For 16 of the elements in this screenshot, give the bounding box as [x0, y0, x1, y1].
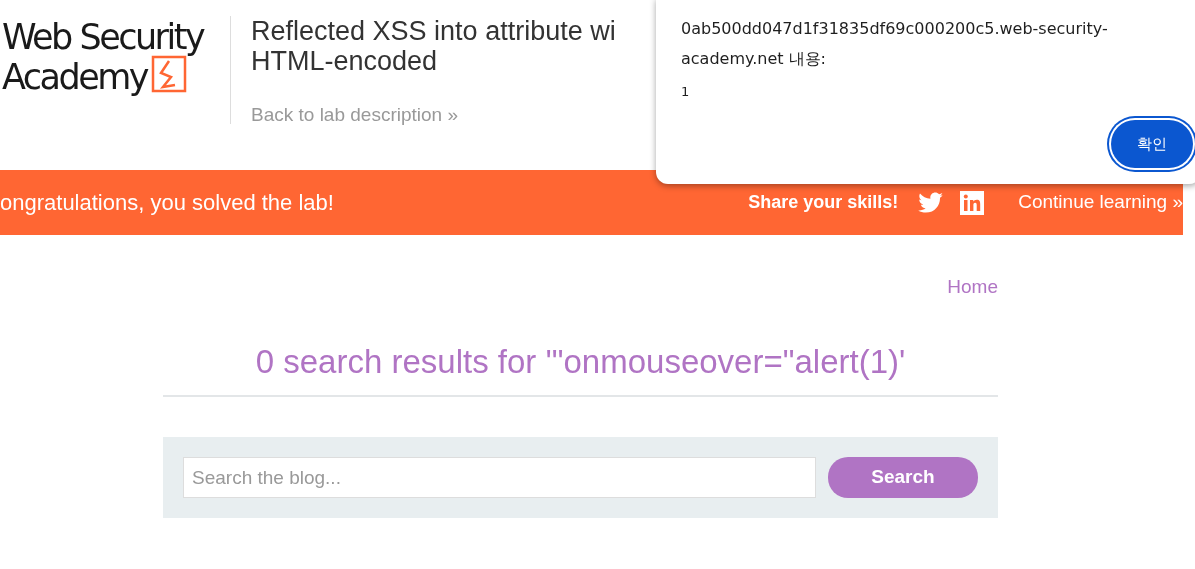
continue-learning-link[interactable]: Continue learning » — [1018, 188, 1183, 217]
dialog-message: 1 — [681, 83, 691, 101]
bird-icon[interactable] — [918, 191, 945, 214]
search-field[interactable]: Search the blog... — [183, 457, 816, 499]
linkedin-icon[interactable] — [960, 190, 985, 215]
search-button[interactable]: Search — [828, 457, 978, 499]
back-link[interactable]: Back to lab description » — [251, 101, 458, 130]
share-label: Share your skills! — [748, 191, 899, 214]
results-heading: 0 search results for '"onmouseover="alert(1)' — [163, 341, 998, 398]
lab-title: Reflected XSS into attribute wi HTML-encoded — [251, 16, 616, 76]
lightning-icon — [151, 55, 188, 95]
success-message: ongratulations, you solved the lab! — [0, 189, 334, 217]
nav-link[interactable]: Home — [947, 273, 998, 302]
logo-text: Web Security — [2, 16, 205, 55]
dialog-origin: 0ab500dd047d1f31835df69c000200c5.web-security-academy.net 내용: — [681, 18, 1109, 70]
logo-text: Academy — [2, 60, 148, 95]
